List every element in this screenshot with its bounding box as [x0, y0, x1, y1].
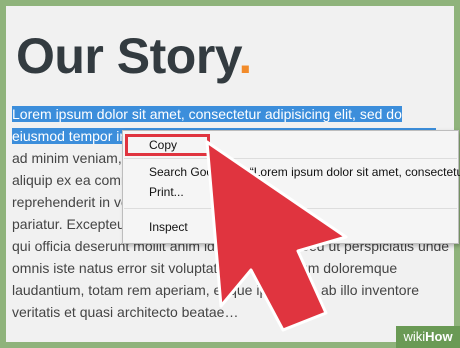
- text-line: omnis iste natus error sit voluptatem ac…: [12, 260, 398, 276]
- menu-divider: [124, 158, 457, 159]
- page-title: Our Story.: [16, 28, 252, 84]
- copy-highlight-box: [125, 134, 210, 156]
- context-menu-inspect[interactable]: Inspect: [149, 217, 188, 237]
- context-menu-print[interactable]: Print...: [149, 182, 184, 202]
- context-menu-search-google[interactable]: Search Google for “Lorem ipsum dolor sit…: [149, 162, 460, 182]
- menu-divider: [124, 208, 457, 209]
- selected-text-line[interactable]: Lorem ipsum dolor sit amet, consectetur …: [12, 103, 454, 125]
- title-accent-dot: .: [238, 28, 252, 84]
- text-line: laudantium, totam rem aperiam, eaque ips…: [12, 282, 420, 298]
- wikihow-watermark: wikiHow: [396, 326, 460, 348]
- text-line: veritatis et quasi architecto beatae…: [12, 304, 239, 320]
